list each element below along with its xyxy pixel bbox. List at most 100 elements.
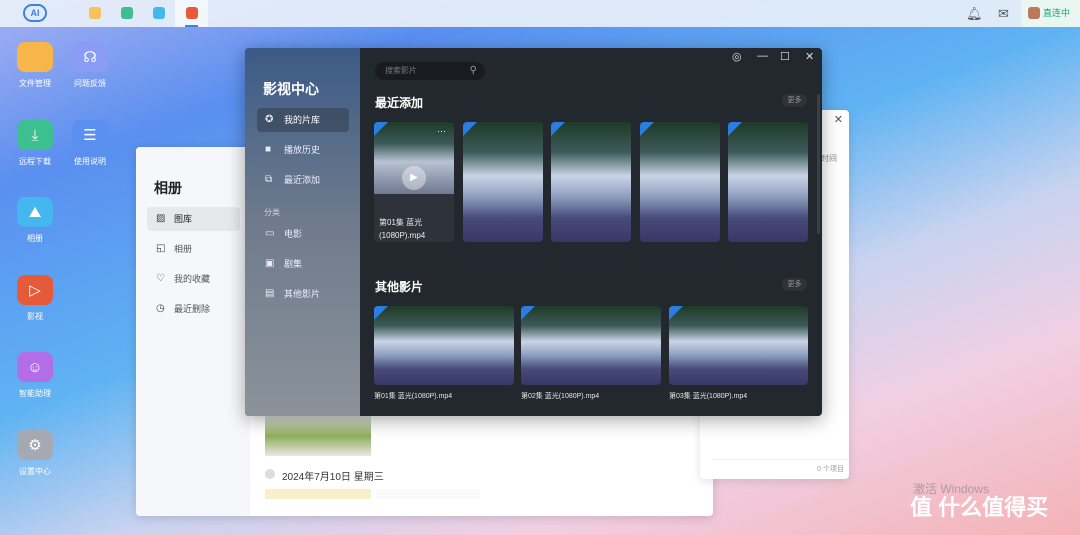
item-count: 0 个项目 — [817, 466, 844, 473]
desktop-icon-label: 智能助理 — [19, 389, 51, 398]
label: 其他影片 — [284, 289, 321, 299]
desktop-icon[interactable]: ⚙ 设置中心 — [0, 430, 70, 477]
search-icon[interactable]: ⚲ — [470, 62, 477, 80]
select-circle[interactable] — [265, 469, 275, 479]
tv-icon: ▣ — [265, 258, 275, 269]
corner-badge — [374, 122, 388, 136]
nav-movies[interactable]: ▭ 电影 — [257, 222, 349, 246]
desktop-icon-label: 问题反馈 — [74, 79, 106, 88]
desktop-icon[interactable]: ☺ 智能助理 — [0, 352, 70, 399]
date-heading: 2024年7月10日 星期三 — [282, 472, 384, 483]
scrollbar[interactable] — [817, 94, 820, 234]
column-header: 时间 — [821, 154, 837, 163]
video-card[interactable] — [551, 122, 631, 242]
desktop-icon-label: 相册 — [27, 234, 43, 243]
maximize-icon[interactable]: ☐ — [780, 50, 790, 63]
taskbar-video-active[interactable] — [175, 0, 208, 27]
minimize-icon[interactable]: — — [757, 50, 768, 62]
video-card[interactable] — [669, 306, 808, 385]
recent-more-button[interactable]: 更多 — [782, 94, 807, 107]
desktop-icon[interactable]: ☰ 使用说明 — [55, 120, 125, 167]
nav-recent[interactable]: ⧉ 最近添加 — [257, 168, 349, 192]
bell-icon[interactable]: 🔔︎ — [966, 6, 983, 22]
corner-badge — [728, 122, 742, 136]
app-icon: ⚙ — [17, 430, 53, 460]
app-icon: ☊ — [72, 42, 108, 72]
desktop-icon-label: 使用说明 — [74, 157, 106, 166]
photo-thumbnail[interactable] — [376, 489, 480, 499]
video-card[interactable] — [728, 122, 808, 242]
history-icon: ■ — [265, 144, 272, 155]
photos-nav-favorites[interactable]: ♡ 我的收藏 — [147, 267, 240, 291]
search-input[interactable]: 搜索影片 ⚲ — [375, 62, 485, 80]
corner-badge — [463, 122, 477, 136]
recent-delete-icon: ◷ — [156, 303, 165, 314]
video-card[interactable] — [374, 306, 514, 385]
taskbar-photos[interactable] — [153, 7, 165, 19]
label: 电影 — [284, 229, 303, 239]
heart-icon: ♡ — [156, 273, 165, 284]
taskbar-files[interactable] — [89, 7, 101, 19]
settings-icon[interactable]: ◎ — [732, 50, 742, 63]
nav-history[interactable]: ■ 播放历史 — [257, 138, 349, 162]
video-app-title: 影视中心 — [263, 81, 319, 97]
avatar — [1028, 7, 1040, 19]
nav-series[interactable]: ▣ 剧集 — [257, 252, 349, 276]
close-icon[interactable]: ✕ — [805, 50, 814, 63]
label: 图库 — [174, 214, 193, 224]
ai-logo[interactable]: AI — [23, 4, 47, 22]
video-card[interactable] — [463, 122, 543, 242]
site-watermark: 值 什么值得买 — [910, 495, 1049, 520]
taskbar-download[interactable] — [121, 7, 133, 19]
video-card[interactable] — [521, 306, 661, 385]
video-title: 第02集 蓝光(1080P).mp4 — [521, 393, 600, 400]
app-icon: ⛰ — [17, 197, 53, 227]
play-icon[interactable]: ▶ — [402, 166, 426, 190]
desktop-icon[interactable]: ☊ 问题反馈 — [55, 42, 125, 89]
other-section-title: 其他影片 — [375, 280, 424, 294]
corner-badge — [640, 122, 654, 136]
desktop-icon[interactable]: ▷ 影视 — [0, 275, 70, 322]
film-reel-icon: ✪ — [265, 114, 274, 125]
inbox-icon[interactable]: ✉︎ — [998, 6, 1009, 22]
close-icon[interactable]: ✕ — [834, 113, 843, 126]
video-title: 第01集 蓝光(1080P).mp4 — [374, 393, 453, 400]
connection-status: 直连中 — [1043, 8, 1071, 18]
video-card[interactable] — [640, 122, 720, 242]
video-card[interactable]: ··· ▶ 第01集 蓝光(1080P).mp4 — [374, 122, 454, 242]
label: 我的片库 — [284, 115, 321, 125]
nav-my-library[interactable]: ✪ 我的片库 — [257, 108, 349, 132]
other-video-icon: ▤ — [265, 288, 275, 299]
app-icon — [17, 42, 53, 72]
label: 相册 — [174, 244, 193, 254]
desktop-icon[interactable]: ⛰ 相册 — [0, 197, 70, 244]
nav-other[interactable]: ▤ 其他影片 — [257, 282, 349, 306]
photo-thumbnail[interactable] — [265, 416, 371, 456]
label: 播放历史 — [284, 145, 321, 155]
label: 剧集 — [284, 259, 303, 269]
video-window: 影视中心 ✪ 我的片库 ■ 播放历史 ⧉ 最近添加 分类 ▭ 电影 ▣ 剧集 ▤ 其他影片 … — [245, 48, 822, 416]
corner-badge — [551, 122, 565, 136]
image-icon: ▨ — [156, 213, 166, 224]
video-title: 第01集 蓝光(1080P).mp4 — [379, 218, 426, 240]
corner-badge — [669, 306, 683, 320]
user-status[interactable]: 直连中 — [1021, 0, 1080, 27]
photos-title: 相册 — [154, 180, 182, 196]
label: 最近添加 — [284, 175, 321, 185]
corner-badge — [374, 306, 388, 320]
taskbar: AI 🔔︎ ✉︎ 直连中 — [0, 0, 1080, 27]
album-icon: ◱ — [156, 243, 166, 254]
photo-thumbnail[interactable] — [265, 489, 371, 499]
corner-badge — [521, 306, 535, 320]
movie-icon: ▭ — [265, 228, 275, 239]
more-options-icon[interactable]: ··· — [437, 126, 446, 136]
photos-nav-deleted[interactable]: ◷ 最近删除 — [147, 297, 240, 321]
app-icon: ☰ — [72, 120, 108, 150]
app-icon: ☺ — [17, 352, 53, 382]
photos-nav-album[interactable]: ◱ 相册 — [147, 237, 240, 261]
category-label: 分类 — [264, 208, 280, 217]
video-title: 第03集 蓝光(1080P).mp4 — [669, 393, 748, 400]
other-more-button[interactable]: 更多 — [782, 278, 807, 291]
photos-nav-gallery[interactable]: ▨ 图库 — [147, 207, 240, 231]
label: 最近删除 — [174, 304, 211, 314]
